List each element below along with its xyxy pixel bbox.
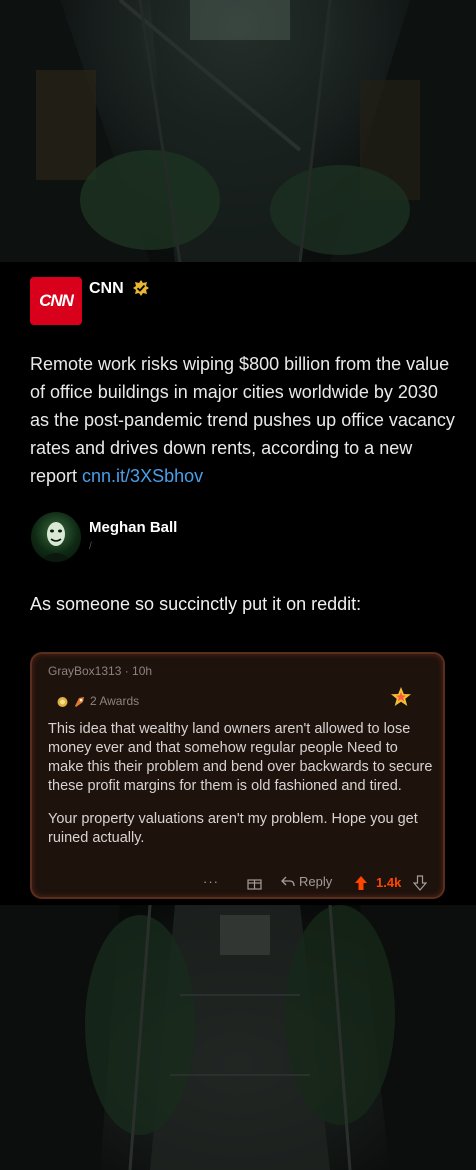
upvote-arrow-icon[interactable] [354, 875, 368, 891]
award-star-icon[interactable] [390, 686, 412, 708]
overgrown-corridor-image [0, 0, 476, 262]
meghan-avatar[interactable] [31, 512, 81, 562]
tweet-text: Remote work risks wiping $800 billion fr… [30, 350, 455, 490]
give-award-icon[interactable] [247, 876, 262, 890]
reply-text: As someone so succinctly put it on reddi… [30, 594, 362, 614]
reply-button[interactable]: Reply [281, 874, 332, 889]
reddit-comment-meta[interactable]: GrayBox1313 · 10h [48, 664, 152, 678]
more-options-icon[interactable]: ··· [203, 874, 219, 889]
reply-label: Reply [299, 874, 333, 889]
awards-row[interactable]: 2 Awards [56, 694, 139, 708]
comment-paragraph: Your property valuations aren't my probl… [48, 811, 418, 846]
reddit-comment-body: This idea that wealthy land owners aren'… [48, 720, 433, 862]
awards-count: 2 Awards [90, 694, 140, 708]
overgrown-walkway-image [0, 905, 476, 1170]
reply-author-handle: / [89, 541, 92, 552]
award-medal-icon [57, 696, 68, 707]
background-scene-top [0, 0, 476, 262]
verified-badge-icon [133, 280, 149, 296]
masked-face-icon [39, 522, 73, 562]
comment-paragraph: This idea that wealthy land owners aren'… [48, 721, 433, 794]
background-scene-bottom [0, 905, 476, 1170]
award-rocket-icon [75, 696, 84, 707]
account-name[interactable]: CNN [89, 280, 124, 298]
cnn-logo-text: CNN [39, 291, 74, 310]
downvote-arrow-icon[interactable] [413, 875, 427, 891]
tweet-card: CNN CNN Remote work risks wiping $800 bi… [0, 262, 476, 905]
comment-action-bar: ··· Reply 1.4k [32, 874, 443, 896]
cnn-avatar[interactable]: CNN [30, 277, 82, 325]
reply-author-name[interactable]: Meghan Ball [89, 519, 177, 536]
reddit-comment-card: GrayBox1313 · 10h 2 Awards This idea tha… [30, 652, 445, 899]
reply-arrow-icon [281, 876, 295, 886]
tweet-link[interactable]: cnn.it/3XSbhov [82, 466, 203, 486]
vote-score: 1.4k [376, 875, 402, 890]
